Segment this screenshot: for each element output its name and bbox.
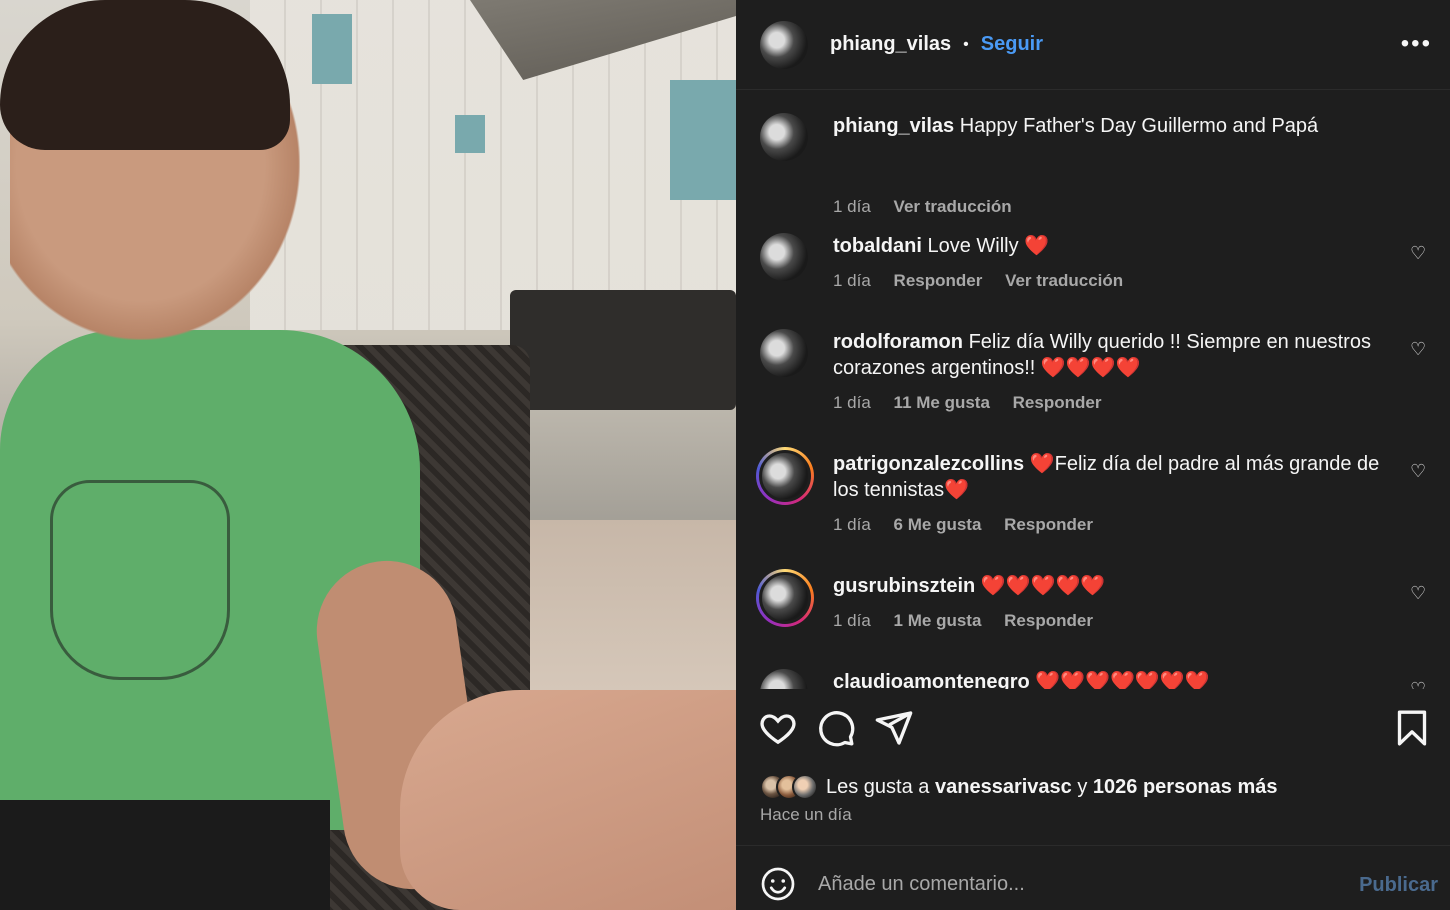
follow-button[interactable]: Seguir <box>981 33 1043 56</box>
likes-conj: y <box>1077 775 1088 798</box>
author-username[interactable]: phiang_vilas <box>830 33 951 56</box>
comment-likes[interactable]: 11 Me gusta <box>894 393 990 412</box>
post-header: phiang_vilas • Seguir ••• <box>736 0 1450 90</box>
comment-author[interactable]: tobaldani <box>833 235 922 257</box>
story-ring[interactable] <box>756 569 814 627</box>
reply-link[interactable]: Responder <box>1013 393 1102 412</box>
likes-user-link[interactable]: vanessarivasc <box>935 776 1072 798</box>
comment-text: Love Willy ❤️ <box>927 235 1050 257</box>
comment-input[interactable] <box>818 864 1318 904</box>
comment-text: ❤️❤️❤️❤️❤️❤️❤️ <box>1035 671 1210 689</box>
separator-dot: • <box>963 35 969 53</box>
caption-text: Happy Father's Day Guillermo and Papá <box>959 115 1319 137</box>
comment-author[interactable]: claudioamontenegro <box>833 671 1030 689</box>
posted-time: Hace un día <box>760 805 852 824</box>
comment-composer: Publicar <box>736 845 1450 910</box>
emoji-icon[interactable] <box>760 866 796 902</box>
comment-like-icon[interactable]: ♡ <box>1410 243 1430 263</box>
share-icon[interactable] <box>874 708 914 748</box>
comment-icon[interactable] <box>816 708 856 748</box>
publish-button[interactable]: Publicar <box>1359 874 1438 897</box>
comment-item: gusrubinsztein ❤️❤️❤️❤️❤️ 1 día 1 Me gus… <box>756 569 1430 643</box>
caption-time: 1 día <box>833 197 871 216</box>
comments-list[interactable]: phiang_vilas Happy Father's Day Guillerm… <box>736 91 1450 689</box>
story-ring[interactable] <box>756 447 814 505</box>
comment-avatar[interactable] <box>760 669 808 689</box>
comment-time: 1 día <box>833 611 871 630</box>
like-icon[interactable] <box>758 708 798 748</box>
author-avatar[interactable] <box>760 20 808 69</box>
comment-item: rodolforamon Feliz día Willy querido !! … <box>760 329 1430 419</box>
caption-author[interactable]: phiang_vilas <box>833 115 954 137</box>
comment-time: 1 día <box>833 515 871 534</box>
comment-avatar[interactable] <box>760 329 808 377</box>
liker-avatar <box>792 774 818 800</box>
comment-like-icon[interactable]: ♡ <box>1410 583 1430 603</box>
comment-avatar[interactable] <box>759 450 811 502</box>
post-photo[interactable] <box>0 0 736 910</box>
comment-like-icon[interactable]: ♡ <box>1410 679 1430 689</box>
instagram-post: phiang_vilas • Seguir ••• phiang_vilas H… <box>0 0 1450 910</box>
reply-link[interactable]: Responder <box>1004 611 1093 630</box>
comment-item: tobaldani Love Willy ❤️ 1 día Responder … <box>760 233 1430 303</box>
caption: phiang_vilas Happy Father's Day Guillerm… <box>760 113 1430 216</box>
more-options-icon[interactable]: ••• <box>1401 30 1432 58</box>
comment-author[interactable]: rodolforamon <box>833 331 963 353</box>
likes-summary[interactable]: Les gusta a vanessarivasc y 1026 persona… <box>760 772 1277 802</box>
comment-avatar[interactable] <box>759 572 811 624</box>
comment-avatar[interactable] <box>760 233 808 281</box>
comment-like-icon[interactable]: ♡ <box>1410 461 1430 481</box>
comment-time: 1 día <box>833 271 871 290</box>
save-icon[interactable] <box>1392 708 1432 748</box>
translate-link[interactable]: Ver traducción <box>1005 271 1123 290</box>
comment-likes[interactable]: 1 Me gusta <box>894 611 982 630</box>
comment-author[interactable]: gusrubinsztein <box>833 575 975 597</box>
caption-translate-link[interactable]: Ver traducción <box>894 197 1012 216</box>
comment-item: patrigonzalezcollins ❤️Feliz día del pad… <box>756 447 1430 541</box>
comment-item: claudioamontenegro ❤️❤️❤️❤️❤️❤️❤️ ♡ <box>760 669 1430 689</box>
likes-prefix: Les gusta a <box>826 775 930 798</box>
action-bar <box>736 700 1450 760</box>
reply-link[interactable]: Responder <box>1004 515 1093 534</box>
post-sidebar: phiang_vilas • Seguir ••• phiang_vilas H… <box>736 0 1450 910</box>
comment-likes[interactable]: 6 Me gusta <box>894 515 982 534</box>
reply-link[interactable]: Responder <box>894 271 983 290</box>
comment-like-icon[interactable]: ♡ <box>1410 339 1430 359</box>
comment-text: ❤️❤️❤️❤️❤️ <box>980 575 1106 597</box>
caption-avatar[interactable] <box>760 113 808 161</box>
comment-author[interactable]: patrigonzalezcollins <box>833 453 1024 475</box>
comment-time: 1 día <box>833 393 871 412</box>
likes-count-link[interactable]: 1026 personas más <box>1093 776 1278 798</box>
